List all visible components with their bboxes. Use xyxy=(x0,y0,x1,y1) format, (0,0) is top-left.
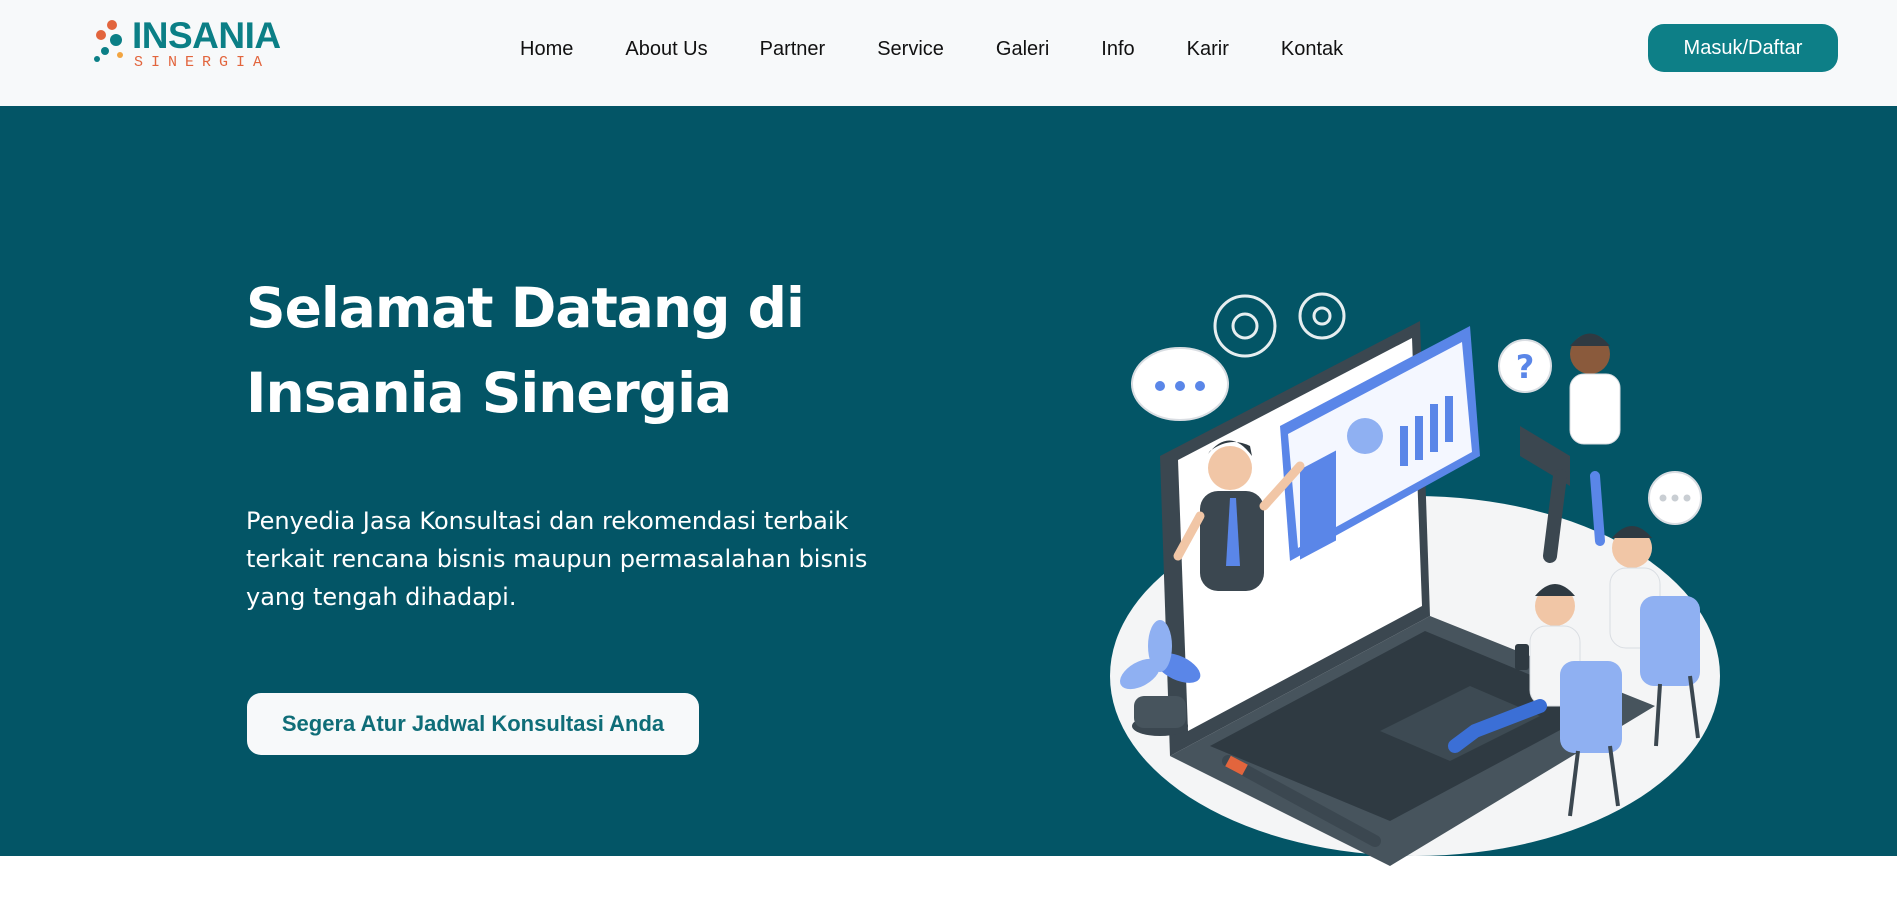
nav-info[interactable]: Info xyxy=(1101,38,1134,61)
logo-dots-icon xyxy=(94,20,123,62)
gear-icon xyxy=(1213,292,1346,358)
nav-service[interactable]: Service xyxy=(877,38,944,61)
brand-logo[interactable]: INSANIA SINERGIA xyxy=(92,15,282,71)
business-consultation-illustration: ? xyxy=(1110,292,1720,866)
nav-karir[interactable]: Karir xyxy=(1187,38,1229,61)
site-header: INSANIA SINERGIA Home About Us Partner S… xyxy=(0,0,1897,106)
brand-name: INSANIA xyxy=(132,15,281,56)
hero-title: Selamat Datang di Insania Sinergia xyxy=(246,276,805,425)
nav-partner[interactable]: Partner xyxy=(760,38,826,61)
chat-bubble-small-icon xyxy=(1648,471,1702,525)
nav-about-us[interactable]: About Us xyxy=(625,38,707,61)
hero-section: Selamat Datang di Insania Sinergia Penye… xyxy=(0,106,1897,866)
question-bubble-icon: ? xyxy=(1498,339,1552,393)
chat-bubble-icon xyxy=(1131,347,1229,421)
svg-text:?: ? xyxy=(1516,348,1535,386)
main-nav: Home About Us Partner Service Galeri Inf… xyxy=(520,0,1343,98)
nav-galeri[interactable]: Galeri xyxy=(996,38,1049,61)
brand-tagline: SINERGIA xyxy=(134,54,271,71)
nav-home[interactable]: Home xyxy=(520,38,573,61)
nav-kontak[interactable]: Kontak xyxy=(1281,38,1343,61)
login-register-button[interactable]: Masuk/Daftar xyxy=(1648,24,1838,72)
schedule-consultation-button[interactable]: Segera Atur Jadwal Konsultasi Anda xyxy=(247,693,699,755)
hero-description: Penyedia Jasa Konsultasi dan rekomendasi… xyxy=(246,507,868,611)
